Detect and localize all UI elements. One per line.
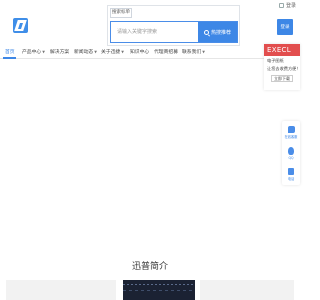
side-item-phone[interactable]: 电话 <box>282 164 300 184</box>
nav-item-news[interactable]: 新闻动态 ▼ <box>74 48 97 56</box>
search-tab[interactable]: 搜索标单 <box>110 8 132 18</box>
promo-card[interactable]: EXECL 电子图纸 让您去收费方便！ 立即下载 <box>264 44 301 90</box>
nav-item-home[interactable]: 首页 <box>5 48 15 55</box>
nav-item-solutions[interactable]: 解决方案 <box>50 48 69 55</box>
user-icon <box>278 3 284 8</box>
search-button[interactable]: 热搜推荐 <box>198 22 237 42</box>
search-icon <box>203 29 209 35</box>
top-login-link[interactable]: 登录 <box>278 2 296 9</box>
search-widget: 搜索标单 热搜推荐 <box>107 5 240 46</box>
nav-label: 代理商招募 <box>154 50 178 55</box>
main-nav: 首页 产品中心 ▼ 解决方案 新闻动态 ▼ 关于迅捷 ▼ 知识中心 代理商招募 联系我… <box>0 46 300 59</box>
floating-contact-panel: 在线客服 QQ 电话 <box>282 121 300 185</box>
qq-icon <box>288 146 294 155</box>
side-item-label: QQ <box>288 155 294 160</box>
intro-card-left <box>6 280 116 300</box>
nav-item-agents[interactable]: 代理商招募 <box>154 48 178 55</box>
search-button-label: 热搜推荐 <box>210 29 231 36</box>
chat-icon <box>287 125 295 133</box>
nav-active-indicator <box>3 57 16 59</box>
promo-title: EXECL <box>264 44 300 56</box>
nav-item-contact[interactable]: 联系我们 ▼ <box>182 48 205 56</box>
side-item-label: 在线客服 <box>284 134 298 139</box>
search-input[interactable] <box>111 22 198 42</box>
top-login-label: 登录 <box>285 3 296 9</box>
chevron-down-icon: ▼ <box>94 49 97 54</box>
promo-download-button[interactable]: 立即下载 <box>271 75 293 82</box>
side-item-label: 电话 <box>287 176 295 181</box>
chevron-down-icon: ▼ <box>42 49 45 54</box>
nav-label: 联系我们 <box>182 50 202 55</box>
side-item-chat[interactable]: 在线客服 <box>282 122 300 142</box>
promo-line-1: 电子图纸 <box>267 58 284 63</box>
nav-label: 知识中心 <box>130 50 150 55</box>
nav-label: 解决方案 <box>50 50 70 55</box>
nav-label: 新闻动态 <box>74 50 94 55</box>
intro-card-right <box>200 280 294 300</box>
nav-item-products[interactable]: 产品中心 ▼ <box>22 48 45 56</box>
nav-item-knowledge[interactable]: 知识中心 <box>130 48 149 55</box>
phone-icon <box>288 167 294 175</box>
promo-line-2: 让您去收费方便！ <box>267 66 301 71</box>
chevron-down-icon: ▼ <box>121 49 124 54</box>
login-button[interactable]: 登录 <box>277 19 293 35</box>
section-title: 迅普简介 <box>131 262 168 272</box>
side-item-qq[interactable]: QQ <box>282 143 300 163</box>
nav-item-about[interactable]: 关于迅捷 ▼ <box>101 48 124 56</box>
chevron-down-icon: ▼ <box>202 49 205 54</box>
search-row: 热搜推荐 <box>110 21 238 43</box>
nav-label: 产品中心 <box>22 50 42 55</box>
intro-cards <box>0 280 300 300</box>
nav-label: 关于迅捷 <box>101 50 121 55</box>
site-logo[interactable] <box>13 18 28 33</box>
nav-label: 首页 <box>5 50 15 55</box>
intro-card-image <box>123 280 195 300</box>
